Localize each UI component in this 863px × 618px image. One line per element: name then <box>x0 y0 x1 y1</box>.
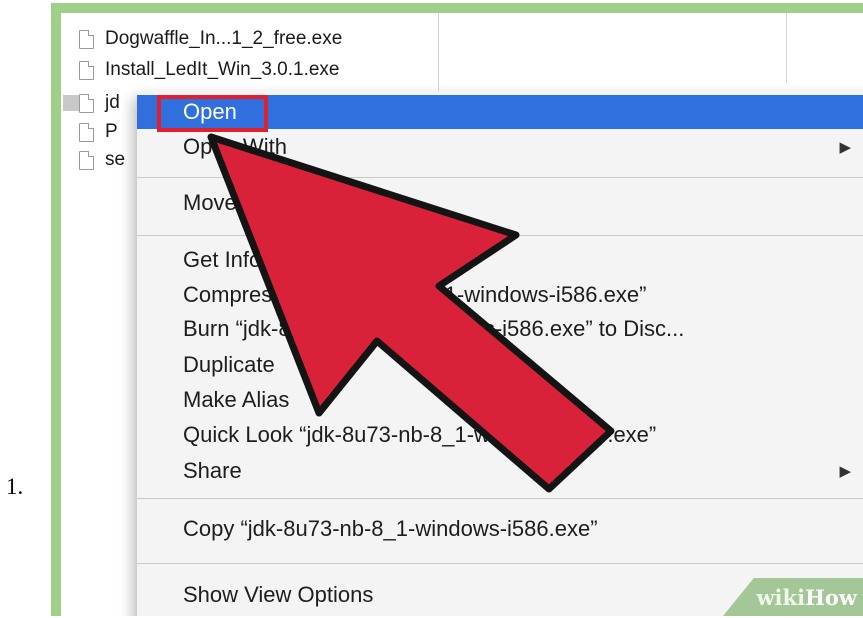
screenshot-frame: Dogwaffle_In...1_2_free.exe Install_LedI… <box>51 3 863 616</box>
watermark-wiki: wiki <box>756 584 806 610</box>
red-pointer-arrow <box>207 133 615 493</box>
list-number: 1. <box>6 474 24 499</box>
finder-window: Dogwaffle_In...1_2_free.exe Install_LedI… <box>61 13 863 616</box>
watermark-how: How <box>805 584 857 610</box>
